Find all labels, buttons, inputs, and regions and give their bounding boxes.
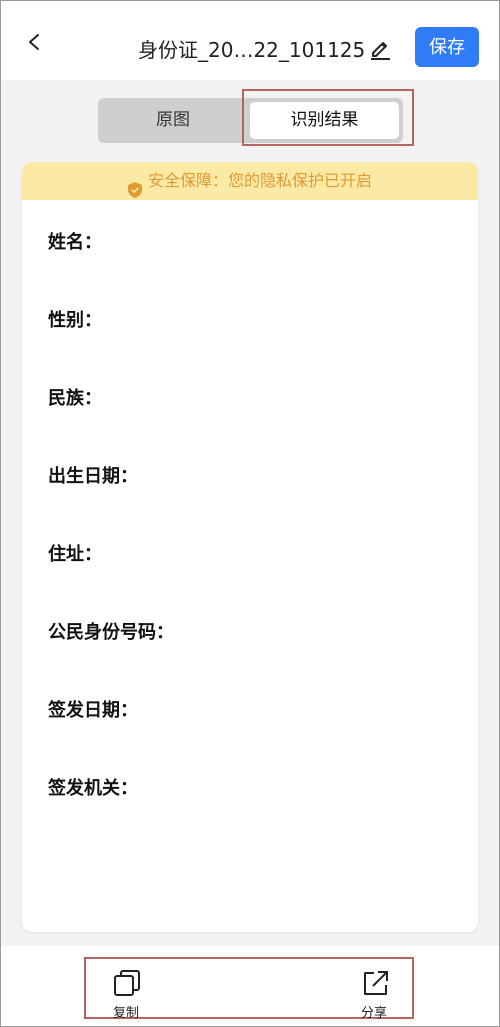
screen-border xyxy=(0,0,500,1027)
